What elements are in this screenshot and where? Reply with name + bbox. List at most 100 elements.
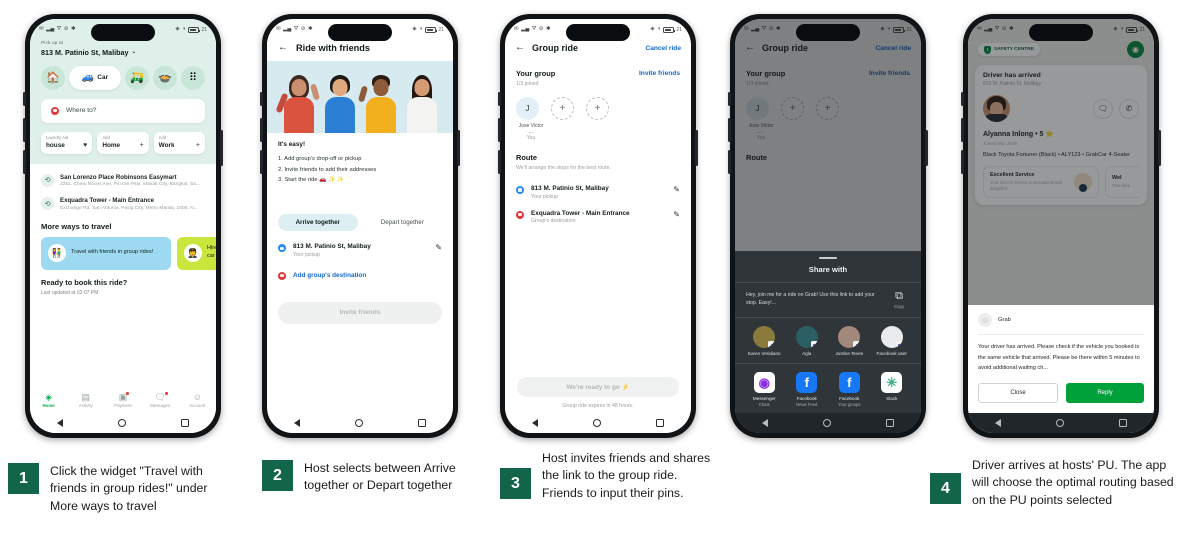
messenger-badge-icon — [768, 341, 776, 349]
reply-button[interactable]: Reply — [1066, 383, 1144, 403]
last-updated: Last updated at 02:07 PM — [41, 289, 99, 296]
share-contact[interactable]: Agla — [788, 326, 826, 357]
back-icon[interactable]: ← — [515, 43, 525, 53]
contact-name: Justine Teves — [835, 351, 864, 357]
share-contact[interactable]: Facebook user — [873, 326, 911, 357]
route-stop-destination[interactable]: Exquadra Tower - Main Entrance Group's d… — [505, 200, 691, 224]
back-icon[interactable]: ← — [278, 43, 288, 53]
ready-to-go-button[interactable]: We're ready to go ⚡ — [517, 377, 679, 397]
recents-nav-icon[interactable] — [1119, 419, 1127, 427]
add-member-slot-2[interactable]: + — [586, 97, 609, 120]
home-nav-icon[interactable] — [1056, 419, 1065, 427]
saved-sub: Add — [158, 135, 167, 141]
share-app-facebook-groups[interactable]: f Facebook Your groups — [830, 372, 868, 407]
caption-step-3: 3 Host invites friends and shares the li… — [500, 450, 715, 502]
edit-pencil-icon[interactable]: ✎ — [435, 243, 442, 252]
back-nav-icon[interactable] — [762, 419, 769, 427]
close-button[interactable]: Close — [978, 383, 1058, 403]
back-nav-icon[interactable] — [995, 419, 1002, 427]
contact-name: Karen Veridiano — [747, 351, 781, 357]
stop-title: 813 M. Patinio St, Malibay — [293, 243, 371, 251]
group-ride-widget[interactable]: 👫 Travel with friends in group rides! — [41, 236, 171, 270]
list-item[interactable]: ⟲ Exquadra Tower - Main Entrance Exchang… — [41, 192, 205, 216]
page-title: Group ride — [532, 43, 579, 53]
contact-name: Agla — [802, 351, 812, 357]
home-service-icon[interactable]: 🏠 — [41, 65, 65, 90]
android-nav-bar — [30, 413, 216, 433]
share-app-facebook-feed[interactable]: f Facebook News Feed — [788, 372, 826, 407]
recents-nav-icon[interactable] — [181, 419, 189, 427]
phone-3-group-ride: ✉ ▂▄ ⛛ ⊘ ✱ ◈ ◑ 21 ← Group ride Cancel ride You… — [498, 14, 698, 438]
edit-pencil-icon[interactable]: ✎ — [673, 185, 680, 194]
bottom-tab-bar: ◈ Home ▤ Activity ▣ Payment 🗨 Messages ☺ Acco… — [30, 387, 216, 413]
step-number-badge: 2 — [262, 460, 293, 491]
battery-percent: 21 — [438, 27, 444, 33]
share-app-slack[interactable]: ✳ Slack — [873, 372, 911, 407]
route-title: Route — [516, 153, 537, 162]
home-nav-icon[interactable] — [593, 419, 602, 427]
cancel-ride-button[interactable]: Cancel ride — [645, 45, 681, 52]
tab-home[interactable]: ◈ Home — [32, 392, 66, 408]
service-shortcuts: 🏠 🚙 Car 🛺 🍲 ⠿ — [30, 57, 216, 90]
tab-account[interactable]: ☺ Account — [180, 391, 214, 408]
recents-nav-icon[interactable] — [418, 419, 426, 427]
hire-driver-widget[interactable]: 🧑‍✈️ Hire a driver for your car — [177, 236, 216, 270]
route-stop-pickup[interactable]: 813 M. Patinio St, Malibay Your pickup ✎ — [505, 171, 691, 200]
android-nav-bar — [735, 413, 921, 433]
add-member-slot-1[interactable]: + — [551, 97, 574, 120]
recents-nav-icon[interactable] — [886, 419, 894, 427]
pickup-selector[interactable]: Pick up at 813 M. Patinio St, Malibay ⌄ — [30, 39, 216, 57]
home-nav-icon[interactable] — [355, 419, 364, 427]
member-name: Jose Victor ... — [518, 123, 544, 135]
step-1: 1. Add group's drop-off or pickup — [278, 156, 362, 162]
group-avatars: J + + — [516, 97, 680, 120]
account-icon: ☺ — [192, 391, 202, 402]
back-nav-icon[interactable] — [294, 419, 301, 427]
avatar[interactable]: J — [516, 97, 539, 120]
depart-together-tab[interactable]: Depart together — [363, 214, 443, 231]
page-title: Ride with friends — [296, 43, 371, 53]
steps-list: 1. Add group's drop-off or pickup 2. Inv… — [267, 148, 453, 186]
payment-icon: ▣ — [118, 391, 130, 402]
back-nav-icon[interactable] — [57, 419, 64, 427]
add-destination-row[interactable]: Add group's destination — [267, 258, 453, 280]
app-sub: Chats — [758, 402, 770, 407]
tricycle-service-icon[interactable]: 🛺 — [125, 65, 149, 90]
home-nav-icon[interactable] — [118, 419, 127, 427]
more-ways-cards: 👫 Travel with friends in group rides! 🧑‍… — [30, 231, 216, 270]
share-message-text: Hey, join me for a ride on Grab! Use thi… — [746, 292, 875, 307]
facebook-icon: f — [796, 372, 818, 393]
saved-place-laundry[interactable]: Laundry Aid house ♥ — [41, 131, 93, 154]
car-service-button[interactable]: 🚙 Car — [69, 65, 121, 90]
saved-place-work[interactable]: Add Work + — [153, 131, 205, 154]
more-services-icon[interactable]: ⠿ — [181, 65, 205, 90]
pickup-stop-row[interactable]: 813 M. Patinio St, Malibay Your pickup ✎ — [267, 231, 453, 258]
share-contact[interactable]: Karen Veridiano — [745, 326, 783, 357]
saved-place-home[interactable]: Add Home + — [97, 131, 149, 154]
dialog-message: Your driver has arrived. Please check if… — [978, 344, 1140, 372]
saved-places-row: Laundry Aid house ♥ Add Home + Add Work + — [30, 123, 216, 154]
invite-friends-button[interactable]: Invite friends — [278, 301, 442, 324]
tab-activity[interactable]: ▤ Activity — [69, 392, 103, 408]
notification-dialog: ☺ Grab Your driver has arrived. Please c… — [968, 305, 1154, 413]
tab-messages[interactable]: 🗨 Messages — [143, 391, 177, 408]
notch — [1029, 24, 1093, 41]
share-app-messenger[interactable]: ◉ Messenger Chats — [745, 372, 783, 407]
dialog-app-name: Grab — [998, 317, 1011, 324]
sheet-drag-handle[interactable] — [819, 256, 837, 260]
edit-pencil-icon[interactable]: ✎ — [673, 210, 680, 219]
food-service-icon[interactable]: 🍲 — [153, 65, 177, 90]
back-nav-icon[interactable] — [532, 419, 539, 427]
route-subtitle: We'll arrange the stops for the best rou… — [516, 165, 611, 171]
arrive-together-tab[interactable]: Arrive together — [278, 214, 358, 232]
invite-friends-link[interactable]: Invite friends — [639, 70, 680, 77]
copy-link-button[interactable]: ⧉ Copy — [888, 291, 910, 310]
pickup-pin-icon — [516, 186, 524, 194]
ready-to-book-title: Ready to book this ride? — [41, 277, 128, 287]
recents-nav-icon[interactable] — [656, 419, 664, 427]
share-contact[interactable]: Justine Teves — [830, 326, 868, 357]
where-to-search[interactable]: Where to? — [41, 98, 205, 123]
tab-payment[interactable]: ▣ Payment — [106, 391, 140, 408]
list-item[interactable]: ⟲ San Lorenzo Place Robinsons Easymart 2… — [41, 169, 205, 193]
home-nav-icon[interactable] — [823, 419, 832, 427]
